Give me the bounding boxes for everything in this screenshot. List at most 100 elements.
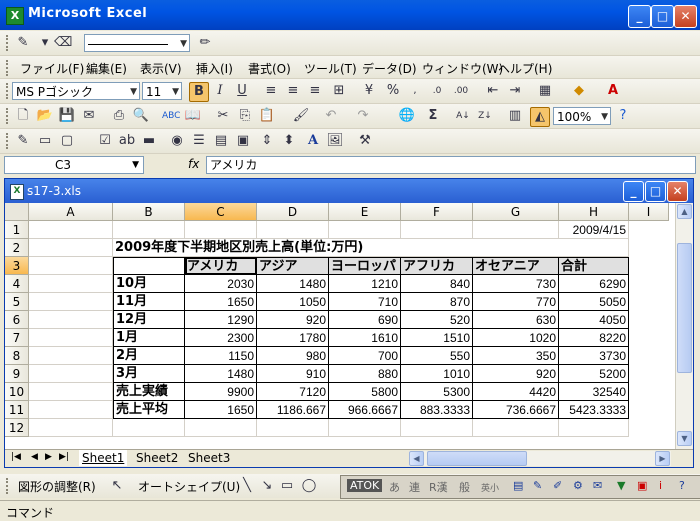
editbox-icon[interactable]: ab [118, 132, 136, 150]
cell[interactable] [29, 419, 113, 437]
menu-help[interactable]: ヘルプ(H) [498, 60, 552, 77]
fx-icon[interactable]: fx [188, 157, 199, 171]
column-header-g[interactable]: G [473, 203, 559, 221]
data-cell[interactable]: 840 [401, 275, 473, 293]
data-cell[interactable]: 1210 [329, 275, 401, 293]
row-header-8[interactable]: 8 [5, 347, 29, 365]
data-cell[interactable]: 736.6667 [473, 401, 559, 419]
button-icon[interactable]: ▢ [58, 132, 76, 150]
ime-ren[interactable]: 連 [409, 479, 420, 495]
spin-icon[interactable]: ⬍ [280, 132, 298, 150]
workbook-maximize-button[interactable]: □ [645, 181, 666, 202]
paste-icon[interactable]: 📋 [258, 107, 276, 125]
column-header-h[interactable]: H [559, 203, 629, 221]
decrease-indent-icon[interactable]: ⇤ [484, 82, 502, 100]
option-button-icon[interactable]: ◉ [168, 132, 186, 150]
properties-icon[interactable]: ⚒ [356, 132, 374, 150]
spelling-icon[interactable]: ABC [162, 107, 180, 125]
row-label[interactable]: 3月 [113, 365, 185, 383]
italic-icon[interactable]: I [211, 82, 229, 100]
percent-icon[interactable]: % [384, 82, 402, 100]
maximize-button[interactable]: □ [651, 5, 674, 28]
bold-icon[interactable]: B [189, 82, 209, 102]
arrow-icon[interactable]: ↘ [258, 477, 276, 495]
data-cell[interactable]: 2030 [185, 275, 257, 293]
column-header-a[interactable]: A [29, 203, 113, 221]
ime-ban[interactable]: 般 [459, 479, 470, 495]
data-cell[interactable]: 690 [329, 311, 401, 329]
zoom-select[interactable]: 100% ▼ [553, 107, 611, 125]
dropdown-icon[interactable]: ▾ [36, 34, 54, 52]
column-header-d[interactable]: D [257, 203, 329, 221]
scrollbar-icon[interactable]: ▬ [140, 132, 158, 150]
data-cell[interactable]: 1186.667 [257, 401, 329, 419]
cell-date[interactable]: 2009/4/15 [559, 221, 629, 239]
data-cell[interactable]: 1020 [473, 329, 559, 347]
row-label[interactable]: 2月 [113, 347, 185, 365]
name-box[interactable]: C3 ▼ [4, 156, 144, 174]
increase-decimal-icon[interactable]: .0 [428, 82, 446, 100]
row-label[interactable]: 1月 [113, 329, 185, 347]
save-icon[interactable]: 💾 [58, 107, 76, 125]
combo-list-icon[interactable]: ▣ [234, 132, 252, 150]
minimize-button[interactable]: _ [628, 5, 651, 28]
row-header-3[interactable]: 3 [5, 257, 29, 275]
data-cell[interactable]: 730 [473, 275, 559, 293]
table-corner[interactable] [113, 257, 185, 275]
chart-wizard-icon[interactable]: ▥ [506, 107, 524, 125]
data-cell[interactable]: 980 [257, 347, 329, 365]
data-cell[interactable]: 920 [257, 311, 329, 329]
align-right-icon[interactable]: ≡ [306, 82, 324, 100]
cell[interactable] [29, 365, 113, 383]
ime-tool8-icon[interactable]: i [659, 479, 662, 492]
permission-icon[interactable]: ✉ [80, 107, 98, 125]
data-cell[interactable]: 8220 [559, 329, 629, 347]
ime-atok[interactable]: ATOK [347, 479, 383, 492]
select-all-button[interactable] [5, 203, 29, 221]
row-header-2[interactable]: 2 [5, 239, 29, 257]
groupbox-icon[interactable]: ▭ [36, 132, 54, 150]
ime-eisu[interactable]: 英小 [481, 481, 499, 494]
cell[interactable] [257, 419, 329, 437]
cell[interactable] [185, 221, 257, 239]
line-color-icon[interactable]: ✏ [196, 34, 214, 52]
horizontal-scroll-thumb[interactable] [427, 451, 527, 466]
align-center-icon[interactable]: ≡ [284, 82, 302, 100]
table-header-cell[interactable]: アフリカ [401, 257, 473, 275]
ime-tool6-icon[interactable]: ▼ [617, 479, 625, 492]
toolbar-grip[interactable] [6, 35, 11, 51]
vertical-scrollbar[interactable]: ▲ ▼ [675, 203, 693, 449]
column-header-e[interactable]: E [329, 203, 401, 221]
cut-icon[interactable]: ✂ [214, 107, 232, 125]
cell[interactable] [29, 347, 113, 365]
data-cell[interactable]: 1480 [257, 275, 329, 293]
copy-icon[interactable]: ⎘ [236, 107, 254, 125]
font-size-select[interactable]: 11 ▼ [142, 82, 182, 100]
label-icon[interactable]: ✎ [14, 132, 32, 150]
rectangle-icon[interactable]: ▭ [278, 477, 296, 495]
drawing-icon[interactable]: ◭ [530, 107, 550, 127]
data-cell[interactable]: 966.6667 [329, 401, 401, 419]
forms-grip[interactable] [6, 133, 11, 149]
cell[interactable] [401, 221, 473, 239]
data-cell[interactable]: 1050 [257, 293, 329, 311]
data-cell[interactable]: 1480 [185, 365, 257, 383]
autoshape-menu[interactable]: オートシェイプ(U) [138, 478, 240, 495]
workbook-close-button[interactable]: ✕ [667, 181, 688, 202]
print-preview-icon[interactable]: 🔍 [132, 107, 150, 125]
ime-kanji[interactable]: R漢 [429, 479, 448, 495]
table-header-cell[interactable]: オセアニア [473, 257, 559, 275]
data-cell[interactable]: 5800 [329, 383, 401, 401]
data-cell[interactable]: 710 [329, 293, 401, 311]
checkbox-icon[interactable]: ☑ [96, 132, 114, 150]
ime-tool2-icon[interactable]: ✎ [533, 479, 542, 492]
draw-border-icon[interactable]: ✎ [14, 34, 32, 52]
currency-icon[interactable]: ¥ [360, 82, 378, 100]
close-button[interactable]: ✕ [674, 5, 697, 28]
table-header-cell[interactable]: ヨーロッパ [329, 257, 401, 275]
ime-tool1-icon[interactable]: ▤ [513, 479, 523, 492]
cell[interactable] [29, 383, 113, 401]
data-cell[interactable]: 5200 [559, 365, 629, 383]
workbook-minimize-button[interactable]: _ [623, 181, 644, 202]
row-label[interactable]: 売上平均 [113, 401, 185, 419]
